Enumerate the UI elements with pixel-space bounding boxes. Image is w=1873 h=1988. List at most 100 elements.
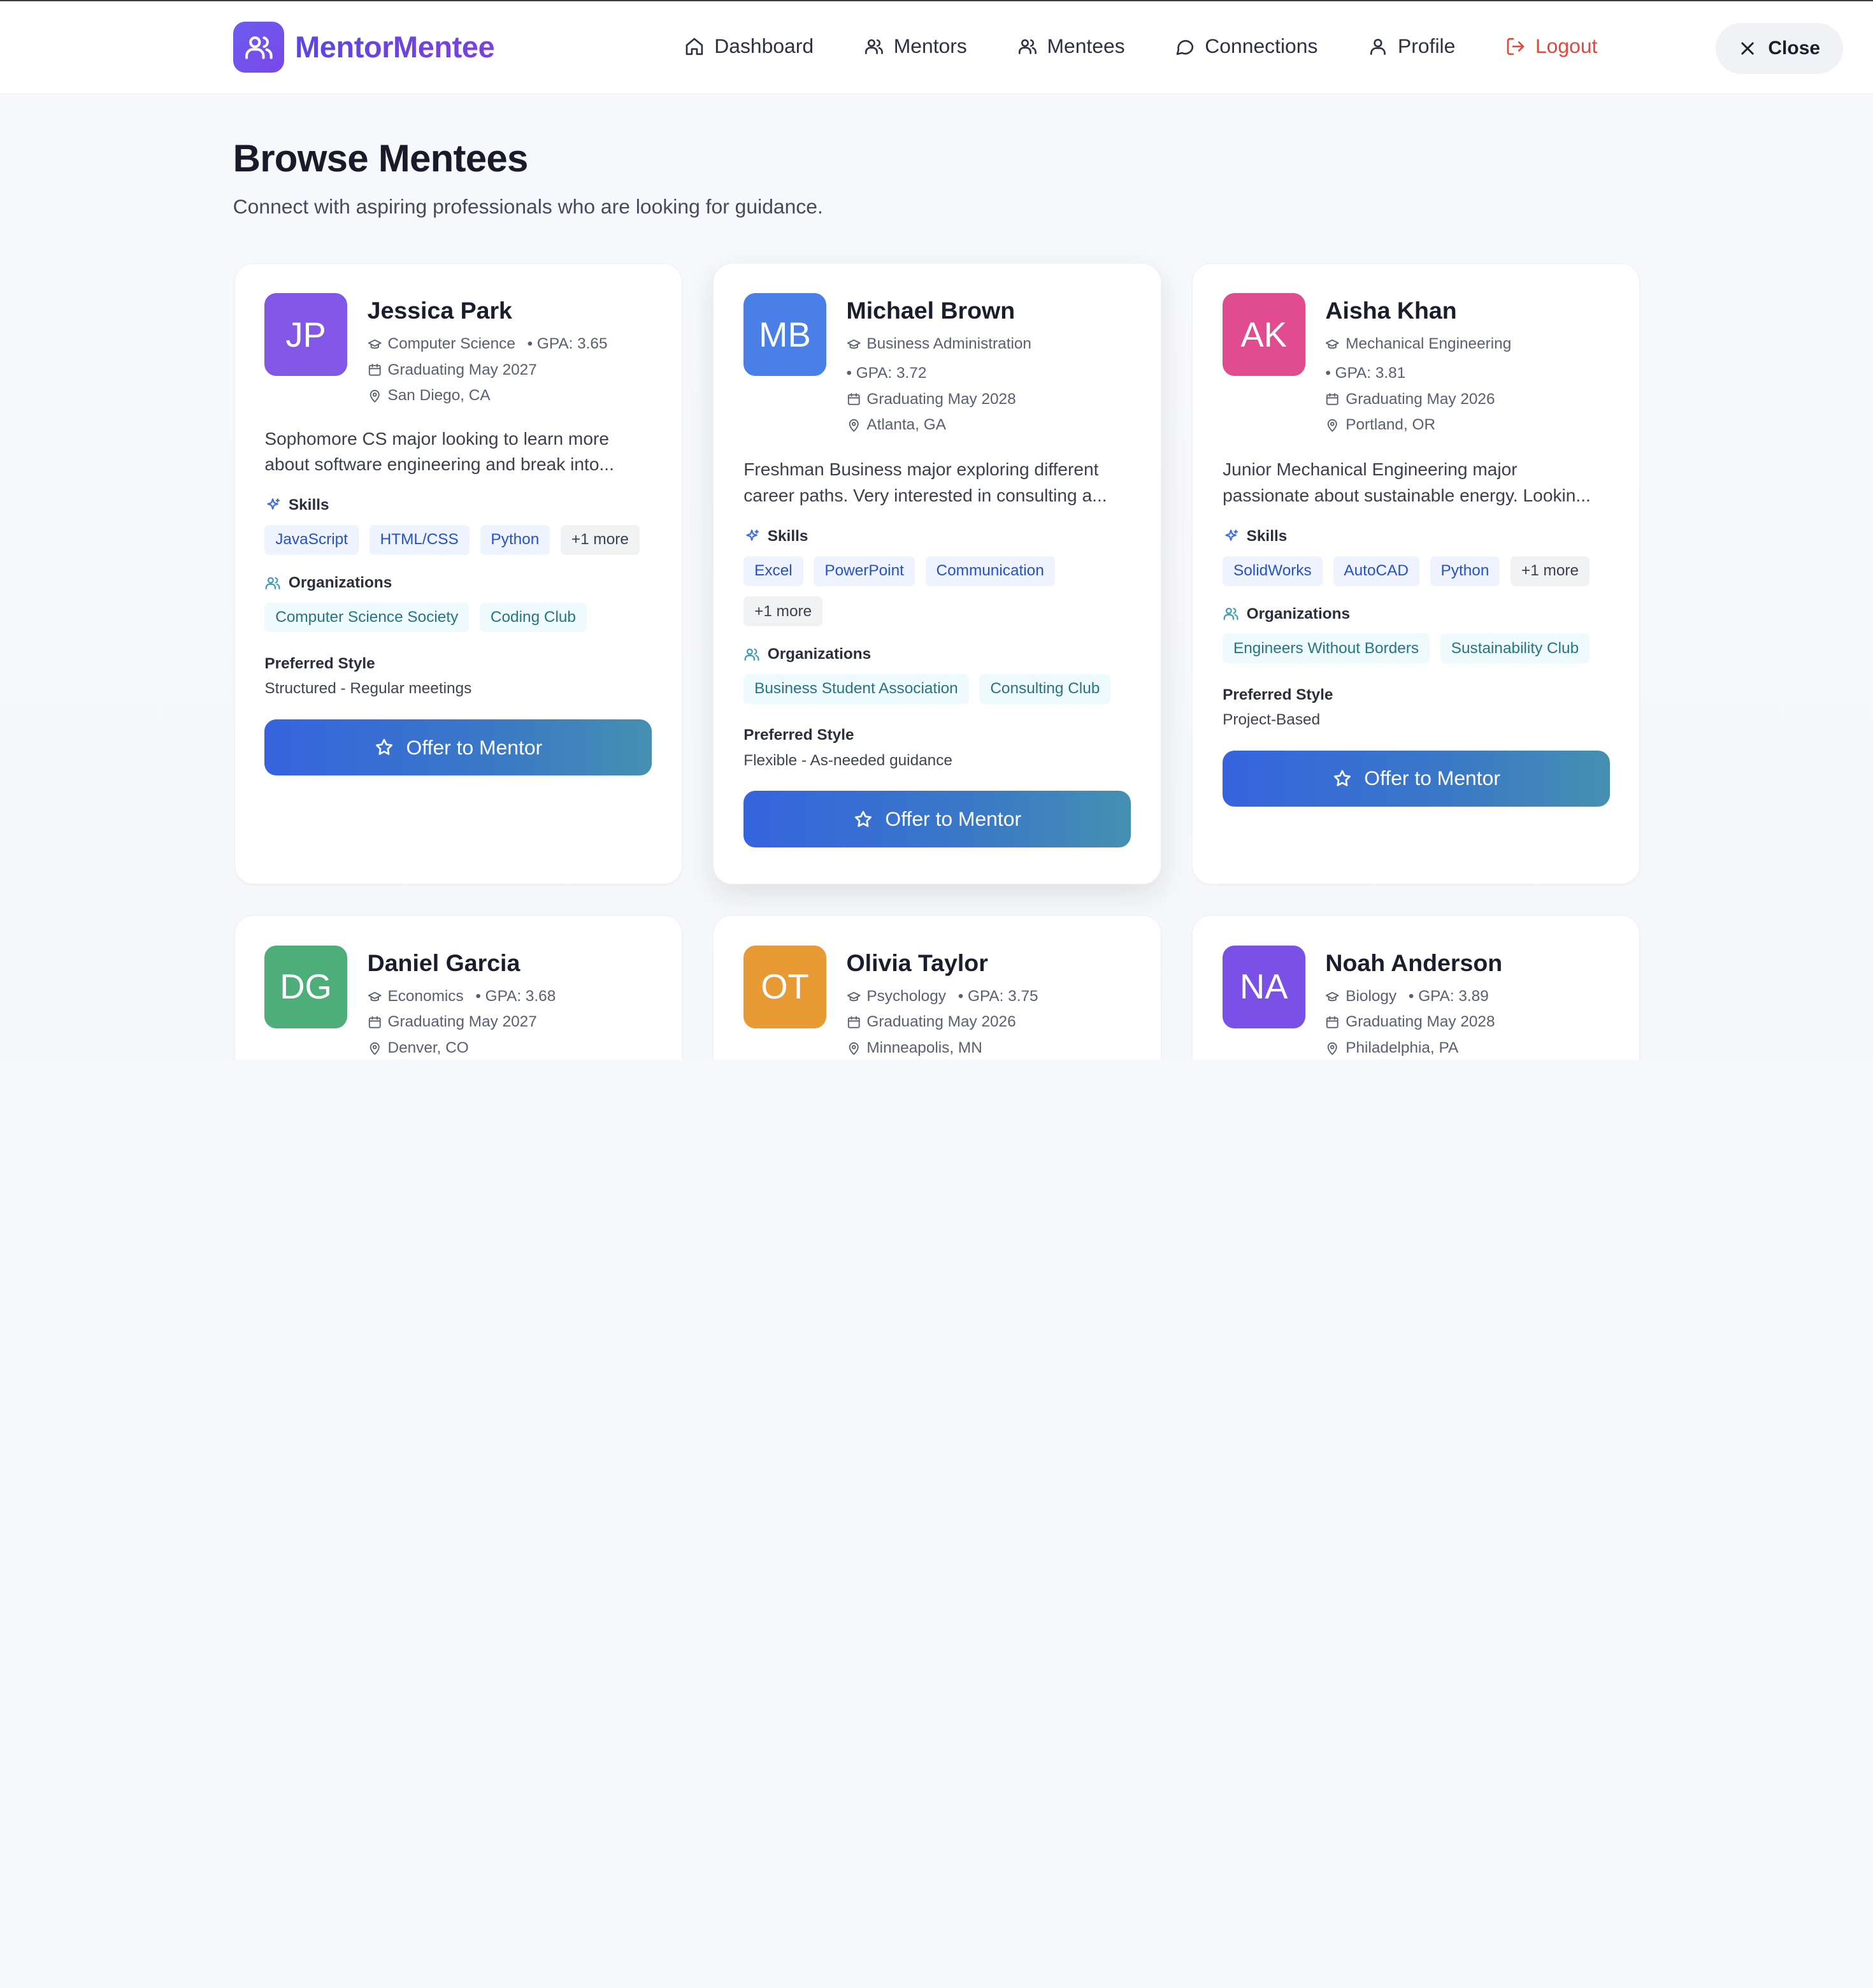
nav-profile[interactable]: Profile (1368, 34, 1455, 58)
nav-profile-label: Profile (1398, 34, 1456, 58)
org-tag: Business Student Association (743, 674, 969, 704)
skill-tag: PowerPoint (814, 556, 915, 586)
mentee-gpa: • GPA: 3.89 (1408, 988, 1489, 1005)
org-tag: Sustainability Club (1440, 633, 1590, 664)
users-icon (1223, 608, 1238, 621)
offer-to-mentor-button[interactable]: Offer to Mentor (264, 719, 652, 776)
mentee-major: Psychology (866, 988, 946, 1005)
brand-name: MentorMentee (295, 31, 495, 64)
mentee-location: San Diego, CA (387, 386, 491, 404)
map-pin-icon (370, 389, 380, 403)
preferred-style-value: Structured - Regular meetings (264, 680, 472, 698)
mentee-gpa: • GPA: 3.72 (846, 364, 927, 382)
org-tag: Coding Club (480, 602, 587, 633)
users-icon (266, 577, 280, 589)
star-icon (1333, 770, 1351, 786)
nav-logout[interactable]: Logout (1505, 34, 1597, 58)
organizations-heading: Organizations (1246, 605, 1351, 623)
nav-mentors[interactable]: Mentors (864, 34, 967, 58)
nav-mentors-label: Mentors (893, 34, 967, 58)
skill-tag: JavaScript (264, 525, 359, 555)
map-pin-icon (849, 419, 859, 432)
nav-dashboard[interactable]: Dashboard (684, 34, 814, 58)
page-subtitle: Connect with aspiring professionals who … (233, 194, 823, 218)
nav-logout-label: Logout (1535, 34, 1598, 58)
close-button[interactable]: Close (1715, 22, 1844, 75)
calendar-icon (368, 364, 381, 377)
skill-tag: Communication (925, 556, 1055, 586)
offer-to-mentor-button[interactable]: Offer to Mentor (1223, 750, 1610, 807)
offer-button-label: Offer to Mentor (406, 735, 543, 759)
preferred-style-value: Flexible - As-needed guidance (743, 751, 952, 769)
preferred-style-value: Project-Based (1223, 711, 1321, 728)
users-logo-icon (233, 21, 285, 73)
mentee-graduation: Graduating May 2027 (387, 1013, 537, 1031)
mentee-card: DG Daniel Garcia Economics • GPA: 3.68 G… (234, 915, 682, 1060)
mentee-gpa: • GPA: 3.75 (958, 988, 1038, 1005)
skill-tag: AutoCAD (1333, 556, 1419, 586)
nav-mentees[interactable]: Mentees (1017, 34, 1125, 58)
calendar-icon (368, 1016, 381, 1028)
nav-connections-label: Connections (1205, 34, 1318, 58)
brand-home-link[interactable]: MentorMentee (233, 21, 495, 73)
offer-to-mentor-button[interactable]: Offer to Mentor (743, 791, 1131, 847)
mentee-bio: Sophomore CS major looking to learn more… (264, 428, 614, 474)
users-icon (1018, 39, 1037, 54)
graduation-cap-icon (847, 339, 861, 349)
org-tag: Computer Science Society (264, 602, 470, 633)
graduation-cap-icon (368, 991, 382, 1002)
skills-heading: Skills (767, 527, 808, 545)
mentee-graduation: Graduating May 2028 (866, 390, 1016, 408)
mentee-location: Philadelphia, PA (1346, 1039, 1459, 1056)
more-skills-tag: +1 more (1511, 556, 1590, 586)
mentee-card: JP Jessica Park Computer Science • GPA: … (234, 263, 682, 884)
skill-tag: Python (480, 525, 550, 555)
avatar: OT (743, 946, 826, 1028)
mentee-graduation: Graduating May 2026 (1346, 390, 1495, 408)
close-icon (1740, 42, 1754, 55)
org-tag: Consulting Club (979, 674, 1111, 704)
mentee-bio: Junior Mechanical Engineering major passi… (1223, 459, 1591, 505)
calendar-icon (1326, 1016, 1338, 1028)
skill-tag: Python (1430, 556, 1500, 586)
main-nav: Dashboard Mentors Mentees Connections Pr… (684, 34, 1647, 58)
mentee-graduation: Graduating May 2028 (1346, 1013, 1495, 1031)
mentee-name: Michael Brown (846, 297, 1015, 324)
mentee-major: Business Administration (866, 335, 1031, 353)
nav-dashboard-label: Dashboard (714, 34, 814, 58)
star-icon (375, 738, 392, 755)
users-icon (744, 648, 759, 661)
close-label: Close (1768, 37, 1821, 59)
mentee-card: AK Aisha Khan Mechanical Engineering • G… (1192, 263, 1640, 884)
organizations-heading: Organizations (767, 645, 872, 663)
skill-tag: SolidWorks (1223, 556, 1323, 586)
nav-connections[interactable]: Connections (1175, 34, 1317, 58)
mentee-gpa: • GPA: 3.68 (475, 988, 556, 1005)
map-pin-icon (849, 1042, 859, 1055)
skills-heading: Skills (288, 496, 329, 514)
graduation-cap-icon (368, 339, 382, 349)
page-title: Browse Mentees (233, 136, 529, 180)
top-navbar: MentorMentee Dashboard Mentors Mentees C… (0, 1, 1873, 95)
logout-icon (1507, 38, 1525, 55)
calendar-icon (847, 393, 860, 406)
sparkles-icon (746, 529, 759, 541)
home-icon (686, 38, 703, 55)
skill-tag: Excel (743, 556, 803, 586)
preferred-style-heading: Preferred Style (1223, 686, 1333, 703)
calendar-icon (847, 1016, 860, 1028)
skills-heading: Skills (1246, 527, 1288, 545)
map-pin-icon (1328, 1042, 1338, 1055)
offer-button-label: Offer to Mentor (1364, 767, 1500, 790)
mentee-card: OT Olivia Taylor Psychology • GPA: 3.75 … (713, 915, 1161, 1060)
preferred-style-heading: Preferred Style (264, 655, 375, 672)
sparkles-icon (267, 498, 280, 510)
offer-button-label: Offer to Mentor (885, 807, 1022, 830)
mentee-name: Olivia Taylor (846, 949, 988, 976)
mentee-graduation: Graduating May 2026 (866, 1013, 1016, 1031)
organizations-heading: Organizations (288, 573, 392, 591)
mentee-major: Mechanical Engineering (1346, 335, 1512, 353)
graduation-cap-icon (1326, 991, 1339, 1002)
avatar: MB (743, 293, 826, 376)
mentee-graduation: Graduating May 2027 (387, 361, 537, 378)
